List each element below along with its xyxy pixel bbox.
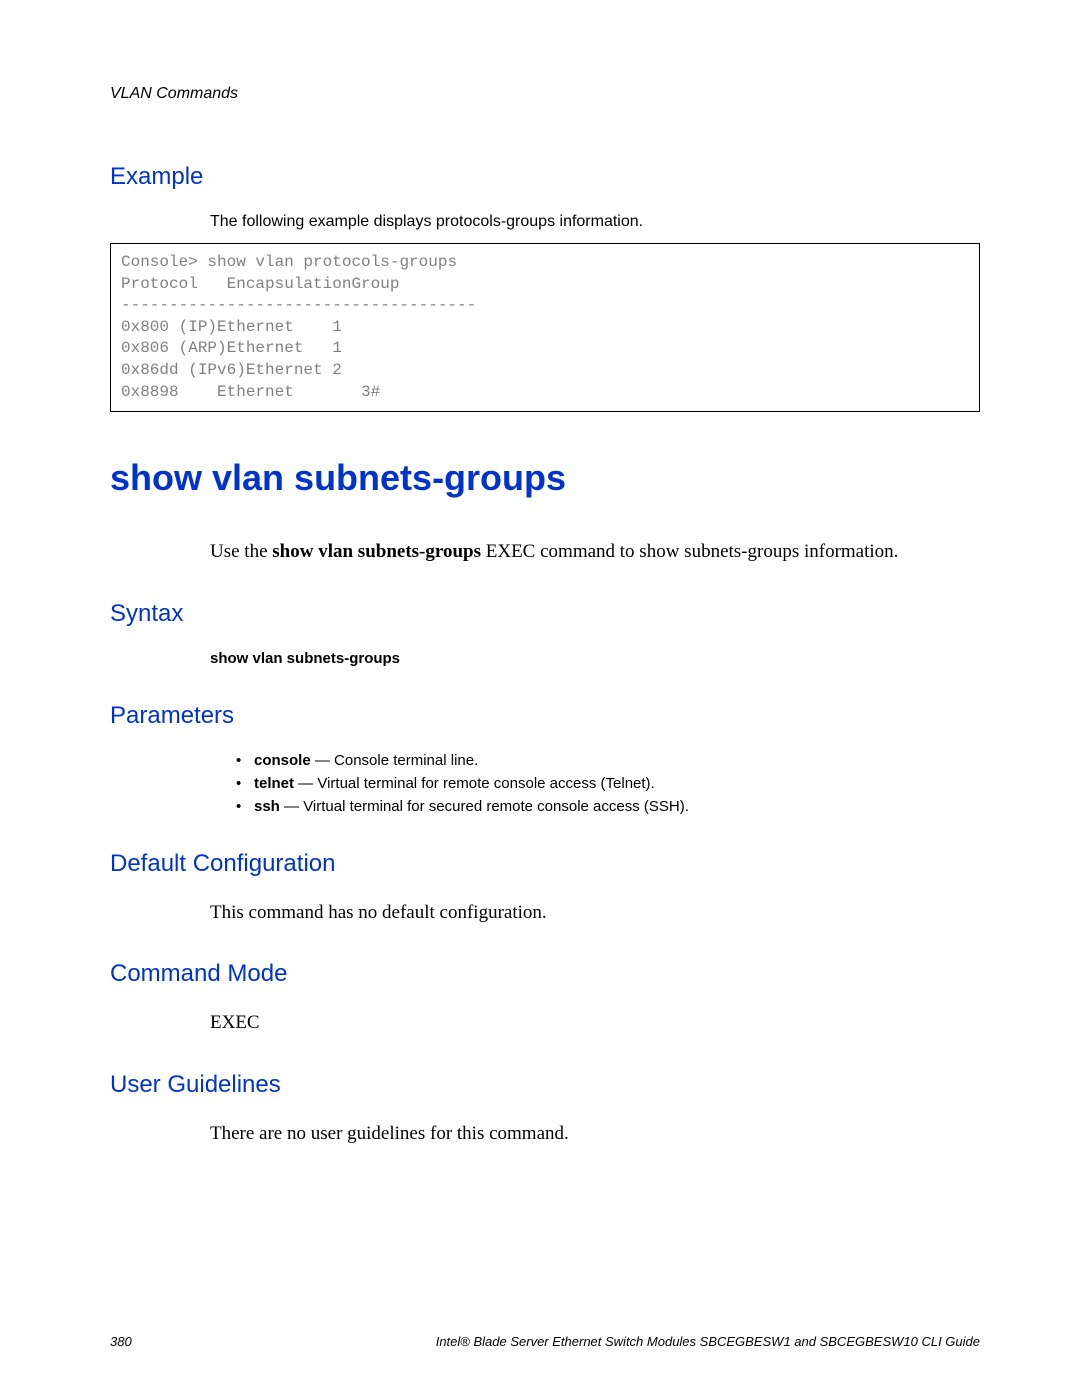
desc-bold: show vlan subnets-groups (272, 541, 481, 562)
param-name: ssh (254, 798, 280, 815)
param-desc: — Console terminal line. (311, 752, 479, 769)
param-name: telnet (254, 775, 294, 792)
param-desc: — Virtual terminal for remote console ac… (294, 775, 655, 792)
syntax-text: show vlan subnets-groups (210, 650, 980, 667)
command-description: Use the show vlan subnets-groups EXEC co… (210, 539, 980, 565)
command-mode-heading: Command Mode (110, 960, 980, 988)
parameters-heading: Parameters (110, 702, 980, 730)
page-header-section: VLAN Commands (110, 85, 980, 103)
user-guidelines-text: There are no user guidelines for this co… (210, 1121, 980, 1147)
example-heading: Example (110, 163, 980, 191)
list-item: telnet — Virtual terminal for remote con… (236, 775, 980, 792)
command-title: show vlan subnets-groups (110, 457, 980, 499)
default-config-heading: Default Configuration (110, 850, 980, 878)
default-config-text: This command has no default configuratio… (210, 900, 980, 926)
code-block: Console> show vlan protocols-groups Prot… (110, 243, 980, 412)
page-footer: 380 Intel® Blade Server Ethernet Switch … (110, 1334, 980, 1349)
user-guidelines-heading: User Guidelines (110, 1071, 980, 1099)
syntax-heading: Syntax (110, 600, 980, 628)
desc-pre: Use the (210, 541, 272, 562)
desc-post: EXEC command to show subnets-groups info… (481, 541, 898, 562)
list-item: console — Console terminal line. (236, 752, 980, 769)
command-mode-text: EXEC (210, 1010, 980, 1036)
parameters-list: console — Console terminal line. telnet … (236, 752, 980, 815)
param-desc: — Virtual terminal for secured remote co… (280, 798, 689, 815)
doc-title: Intel® Blade Server Ethernet Switch Modu… (436, 1334, 980, 1349)
param-name: console (254, 752, 311, 769)
page-number: 380 (110, 1334, 132, 1349)
example-intro: The following example displays protocols… (210, 213, 980, 231)
list-item: ssh — Virtual terminal for secured remot… (236, 798, 980, 815)
